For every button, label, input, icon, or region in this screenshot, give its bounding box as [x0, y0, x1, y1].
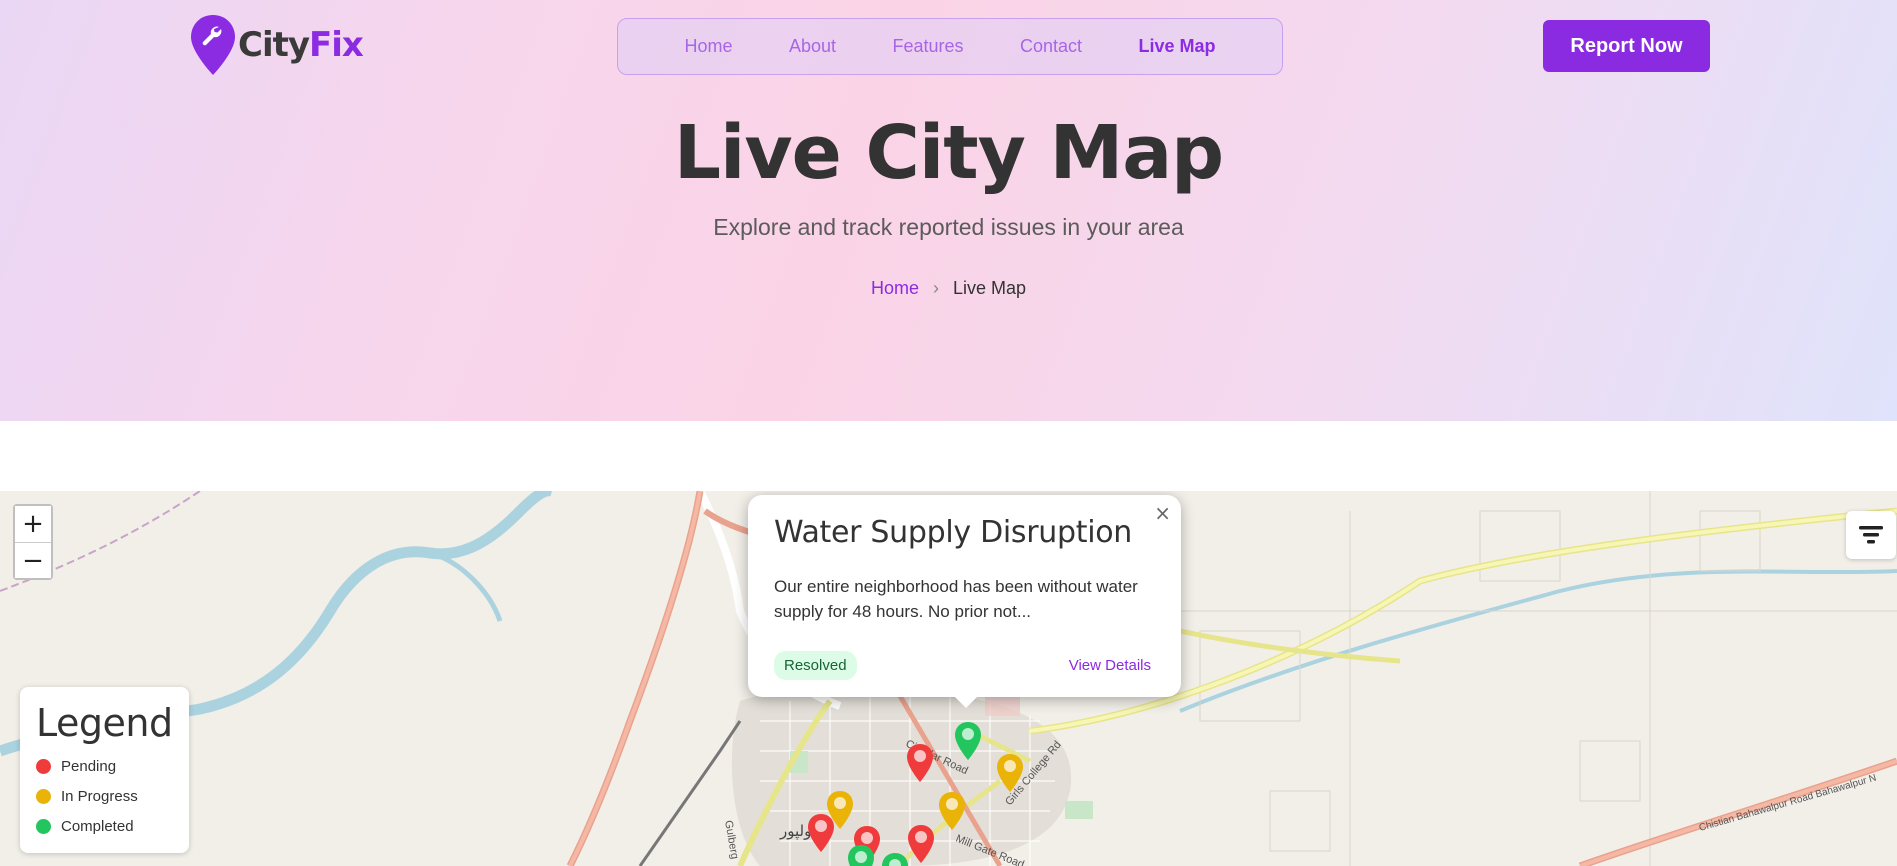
popup-title: Water Supply Disruption — [774, 515, 1133, 550]
legend-label: In Progress — [61, 787, 138, 805]
nav-contact[interactable]: Contact — [1020, 36, 1082, 57]
issue-popup: × Water Supply Disruption Our entire nei… — [748, 495, 1181, 708]
map-marker-pending[interactable] — [907, 824, 935, 864]
page-subtitle: Explore and track reported issues in you… — [713, 214, 1184, 240]
close-icon[interactable]: × — [1154, 501, 1171, 525]
legend-label: Pending — [61, 757, 117, 775]
zoom-out-button[interactable]: − — [15, 542, 51, 578]
map-marker-in-progress[interactable] — [996, 753, 1024, 793]
map-legend: Legend Pending In Progress Completed — [20, 687, 189, 853]
brand-logo[interactable]: CityFix — [190, 14, 364, 76]
filter-icon — [1859, 526, 1883, 544]
map-marker-pending[interactable] — [906, 743, 934, 783]
legend-label: Completed — [61, 817, 134, 835]
live-map[interactable]: Circular Road Girls College Rd Gulberg M… — [0, 491, 1897, 866]
page-title: Live City Map — [673, 110, 1224, 196]
map-marker-completed[interactable] — [847, 844, 875, 866]
nav-home[interactable]: Home — [684, 36, 732, 57]
brand-name-part2: Fix — [309, 25, 364, 65]
legend-title: Legend — [36, 701, 173, 745]
breadcrumb: Home › Live Map — [0, 278, 1897, 299]
map-marker-completed[interactable] — [881, 852, 909, 866]
pending-dot-icon — [36, 758, 51, 774]
completed-dot-icon — [36, 818, 51, 834]
popup-description: Our entire neighborhood has been without… — [774, 577, 1138, 621]
chevron-right-icon: › — [932, 278, 939, 298]
hero-section: CityFix Home About Features Contact Live… — [0, 0, 1897, 421]
legend-item-pending: Pending — [36, 751, 173, 781]
map-marker-completed[interactable] — [954, 721, 982, 761]
main-nav: Home About Features Contact Live Map — [617, 18, 1283, 75]
nav-about[interactable]: About — [789, 36, 836, 57]
map-marker-in-progress[interactable] — [938, 791, 966, 831]
wrench-pin-icon — [191, 15, 235, 75]
nav-live-map[interactable]: Live Map — [1139, 36, 1216, 57]
breadcrumb-current: Live Map — [952, 278, 1027, 298]
status-badge: Resolved — [774, 651, 857, 680]
zoom-control: + − — [13, 504, 53, 580]
nav-features[interactable]: Features — [892, 36, 963, 57]
legend-item-in-progress: In Progress — [36, 781, 173, 811]
popup-footer: Resolved View Details — [774, 651, 1151, 680]
report-now-button[interactable]: Report Now — [1543, 20, 1710, 72]
zoom-in-button[interactable]: + — [15, 506, 51, 542]
in-progress-dot-icon — [36, 788, 51, 804]
brand-name-part1: City — [238, 25, 310, 65]
legend-item-completed: Completed — [36, 811, 173, 841]
breadcrumb-home-link[interactable]: Home — [871, 278, 919, 299]
map-marker-pending[interactable] — [807, 813, 835, 853]
brand-name: CityFix — [238, 25, 364, 65]
filter-button[interactable] — [1846, 511, 1896, 559]
view-details-link[interactable]: View Details — [1069, 657, 1151, 674]
